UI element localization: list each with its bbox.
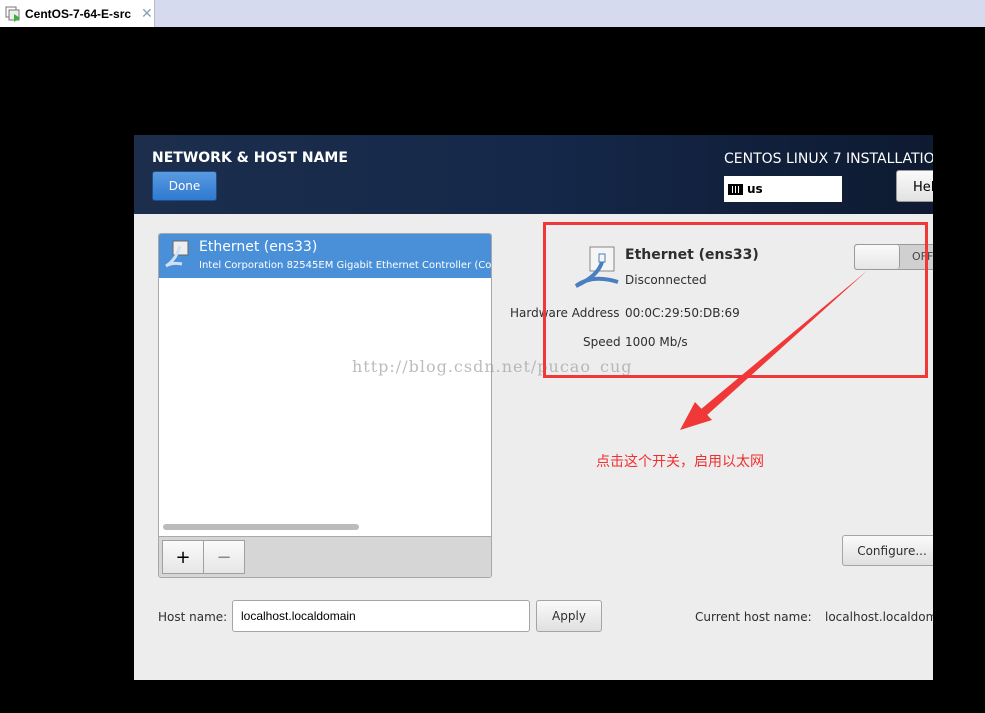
annotation-arrow [680,270,868,430]
annotation-note: 点击这个开关，启用以太网 [596,454,764,470]
